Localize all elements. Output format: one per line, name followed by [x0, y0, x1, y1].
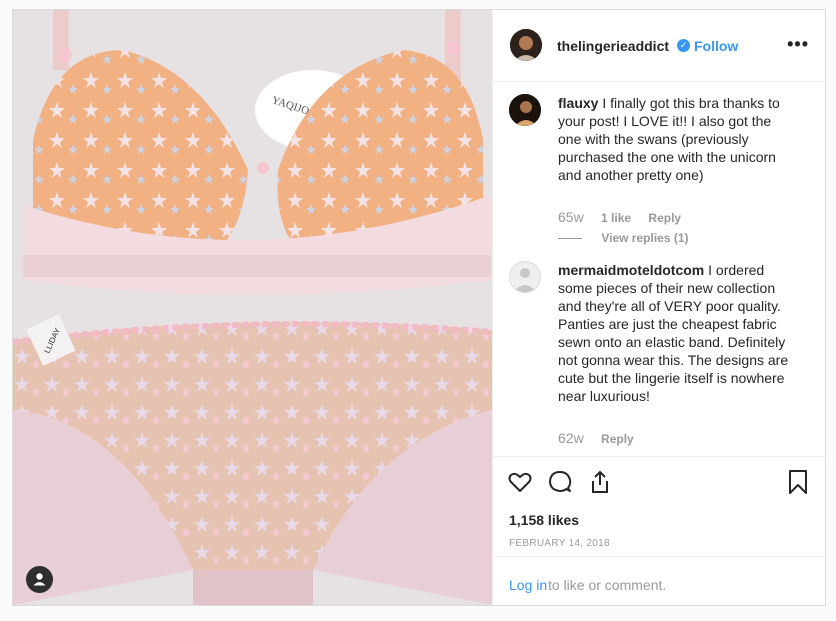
post-card: YAQIJOH IMIHM LLIDAY — [12, 9, 826, 606]
follow-button[interactable]: Follow — [694, 38, 738, 54]
verified-badge-icon: ✓ — [677, 39, 690, 52]
comment-icon — [549, 471, 572, 492]
share-button[interactable] — [587, 469, 613, 495]
person-icon — [33, 573, 46, 586]
comment-username[interactable]: mermaidmoteldotcom — [558, 262, 704, 278]
comment-likes[interactable]: 1 like — [601, 211, 631, 225]
comment-age[interactable]: 65w — [558, 209, 584, 225]
login-prompt-text: to like or comment. — [548, 577, 667, 593]
like-button[interactable] — [507, 469, 533, 495]
bookmark-icon — [789, 470, 807, 494]
reply-button[interactable]: Reply — [648, 211, 681, 225]
share-icon — [592, 470, 608, 493]
comment-username[interactable]: flauxy — [558, 95, 598, 111]
comment-meta: 62w Reply — [558, 430, 648, 446]
comment-text: mermaidmoteldotcom I ordered some pieces… — [558, 261, 796, 405]
comment-text: flauxy I finally got this bra thanks to … — [558, 94, 796, 184]
reply-thread-line — [558, 238, 582, 240]
post-header: thelingerieaddict ✓ Follow ••• — [493, 10, 825, 82]
comment-meta: 65w 1 like Reply — [558, 209, 695, 225]
post-sidebar: thelingerieaddict ✓ Follow ••• flauxy I … — [492, 10, 825, 605]
author-username[interactable]: thelingerieaddict — [557, 38, 669, 54]
view-replies-button[interactable]: View replies (1) — [558, 231, 689, 245]
commenter-avatar[interactable] — [509, 94, 541, 126]
view-replies-label: View replies (1) — [601, 231, 689, 245]
post-actions: 1,158 likes FEBRUARY 14, 2018 Log in to … — [493, 456, 825, 607]
comment-body: I ordered some pieces of their new colle… — [558, 262, 789, 404]
more-options-icon[interactable]: ••• — [787, 34, 809, 55]
post-image[interactable]: YAQIJOH IMIHM LLIDAY — [13, 10, 492, 605]
reply-button[interactable]: Reply — [601, 432, 634, 446]
login-link[interactable]: Log in — [509, 577, 547, 593]
comment-login-bar: Log in to like or comment. — [493, 556, 825, 607]
lingerie-photo: YAQIJOH IMIHM LLIDAY — [13, 10, 492, 605]
author-avatar[interactable] — [510, 29, 542, 61]
heart-icon — [508, 472, 532, 492]
likes-count[interactable]: 1,158 likes — [509, 512, 579, 528]
comment-age[interactable]: 62w — [558, 430, 584, 446]
default-avatar-icon — [514, 268, 536, 292]
avatar-image — [509, 94, 541, 126]
post-date[interactable]: FEBRUARY 14, 2018 — [509, 538, 610, 549]
commenter-avatar[interactable] — [509, 261, 541, 293]
save-button[interactable] — [785, 469, 811, 495]
comment-button[interactable] — [547, 469, 573, 495]
user-tags-button[interactable] — [26, 566, 53, 593]
avatar-image — [510, 29, 542, 61]
